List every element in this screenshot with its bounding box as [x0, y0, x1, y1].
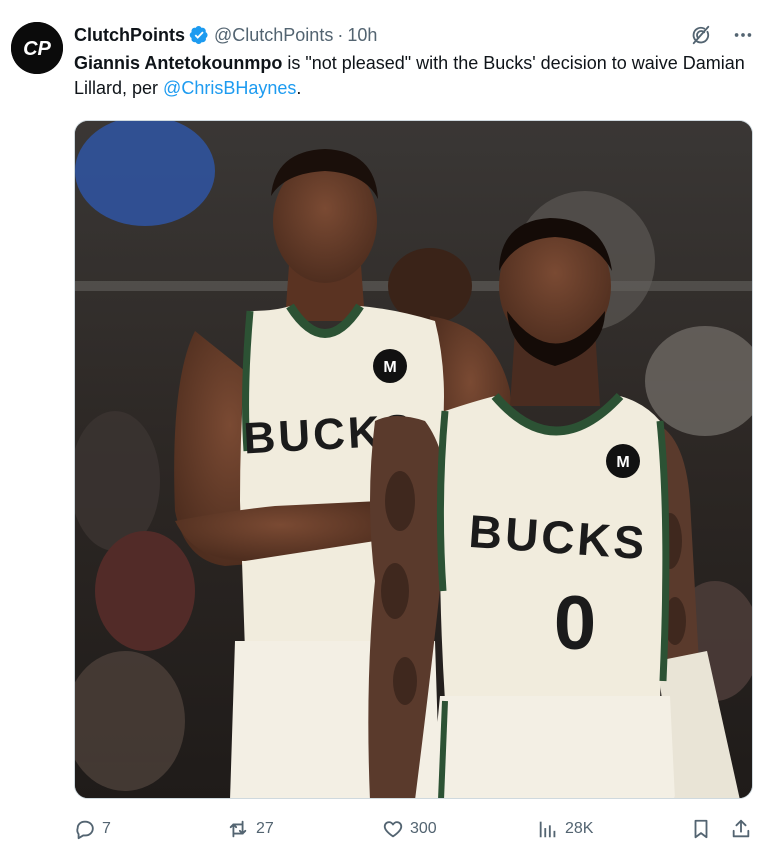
- svg-text:0: 0: [554, 581, 596, 666]
- header-separator: ·: [337, 24, 344, 45]
- repost-count: 27: [256, 820, 274, 837]
- bookmark-icon: [690, 818, 712, 840]
- like-icon: [382, 818, 404, 840]
- repost-button[interactable]: 27: [226, 814, 274, 844]
- verified-badge-icon: [189, 25, 209, 45]
- basketball-players-photo: M BUCKS 34: [75, 121, 752, 798]
- tweet-top-actions: [690, 24, 754, 46]
- share-button[interactable]: [730, 814, 752, 844]
- account-handle[interactable]: @ClutchPoints: [214, 25, 333, 46]
- share-icon: [730, 818, 752, 840]
- svg-text:M: M: [616, 454, 629, 471]
- like-count: 300: [410, 820, 437, 837]
- post-time[interactable]: 10h: [347, 25, 377, 46]
- grok-icon[interactable]: [690, 24, 712, 46]
- tweet-text: Giannis Antetokounmpo is "not pleased" w…: [74, 51, 762, 101]
- account-name[interactable]: ClutchPoints: [74, 25, 185, 46]
- like-button[interactable]: 300: [382, 814, 437, 844]
- views-icon: [537, 818, 559, 840]
- account-avatar[interactable]: CP: [11, 22, 63, 74]
- views-button[interactable]: 28K: [537, 814, 593, 844]
- tweet-actions: 7 27 300 28K: [74, 814, 754, 844]
- clutchpoints-logo: CP: [11, 22, 63, 74]
- repost-icon: [226, 818, 250, 840]
- svg-text:CP: CP: [23, 38, 51, 60]
- svg-text:M: M: [383, 359, 396, 376]
- tweet-card[interactable]: CP ClutchPoints @ClutchPoints · 10h Gian…: [0, 0, 774, 853]
- reply-count: 7: [102, 820, 111, 837]
- bookmark-button[interactable]: [690, 814, 712, 844]
- more-icon[interactable]: [732, 24, 754, 46]
- mentioned-player-name: Giannis Antetokounmpo: [74, 53, 283, 73]
- views-count: 28K: [565, 820, 594, 837]
- mention-link[interactable]: @ChrisBHaynes: [163, 78, 296, 98]
- reply-icon: [74, 818, 96, 840]
- reply-button[interactable]: 7: [74, 814, 111, 844]
- tweet-photo[interactable]: M BUCKS 34: [74, 120, 753, 799]
- tweet-header: ClutchPoints @ClutchPoints · 10h: [74, 22, 377, 48]
- tweet-text-end: .: [296, 78, 302, 98]
